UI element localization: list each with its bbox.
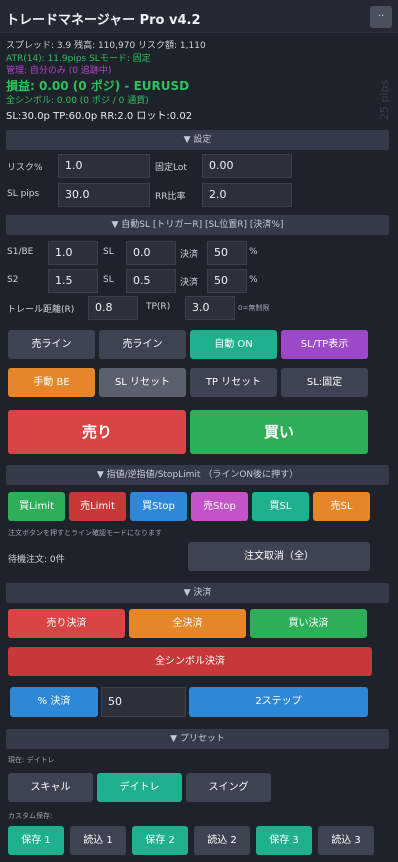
- scalp-preset-button[interactable]: スキャル: [8, 773, 93, 802]
- settings-header[interactable]: ▼ 設定: [6, 130, 389, 150]
- s1-trigger-input[interactable]: 1.0: [48, 241, 98, 265]
- sell-button[interactable]: 売り: [8, 410, 186, 454]
- pending-note: 注文ボタンを押すとライン確認モードになります: [8, 529, 162, 537]
- s1-sl-label: SL: [103, 247, 114, 257]
- info-spread: スプレッド: 3.9 残高: 110,970 リスク額: 1,110: [6, 41, 206, 51]
- app-title: トレードマネージャー Pro v4.2: [6, 13, 201, 28]
- risk-label: リスク%: [7, 163, 43, 173]
- load-1-button[interactable]: 読込 1: [70, 826, 126, 855]
- sell-limit-button[interactable]: 売Limit: [69, 492, 126, 521]
- levels-text: SL:30.0p TP:60.0p RR:2.0 ロット:0.02: [6, 111, 193, 122]
- rr-label: RR比率: [155, 192, 186, 202]
- load-2-button[interactable]: 読込 2: [194, 826, 250, 855]
- trail-label: トレール距離(R): [7, 305, 75, 315]
- s1-sl-input[interactable]: 0.0: [126, 241, 176, 265]
- minimize-button[interactable]: ..: [370, 6, 392, 28]
- buy-line-button[interactable]: 売ライン: [8, 330, 95, 359]
- sell-close-button[interactable]: 売り決済: [8, 609, 125, 638]
- tp-r-input[interactable]: 3.0: [185, 296, 235, 320]
- s2-close-label: 決済: [180, 278, 199, 288]
- s2-pct-label: %: [249, 275, 258, 285]
- save-2-button[interactable]: 保存 2: [132, 826, 188, 855]
- auto-sl-header[interactable]: ▼ 自動SL [トリガーR] [SL位置R] [決済%]: [6, 215, 389, 235]
- all-symbol-text: 全シンボル: 0.00 (0 ポジ / 0 通貨): [6, 96, 149, 106]
- two-step-button[interactable]: 2ステップ: [189, 687, 368, 717]
- current-preset: 現在: デイトレ: [8, 756, 55, 764]
- sl-pips-input[interactable]: 30.0: [58, 183, 150, 207]
- daytrade-preset-button[interactable]: デイトレ: [97, 773, 182, 802]
- s1-close-label: 決済: [180, 250, 199, 260]
- info-manage: 管理: 自分のみ (0 追跡中): [6, 66, 112, 76]
- buy-stop-button[interactable]: 買Stop: [130, 492, 187, 521]
- buy-close-button[interactable]: 買い決済: [250, 609, 367, 638]
- trail-input[interactable]: 0.8: [88, 296, 138, 320]
- all-symbol-close-button[interactable]: 全シンボル決済: [8, 647, 372, 676]
- s1-close-input[interactable]: 50: [207, 241, 247, 265]
- cancel-orders-button[interactable]: 注文取消（全）: [188, 542, 370, 571]
- fixed-lot-label: 固定Lot: [155, 163, 187, 173]
- rr-input[interactable]: 2.0: [202, 183, 292, 207]
- sl-reset-button[interactable]: SL リセット: [99, 368, 186, 397]
- buy-sl-button[interactable]: 買SL: [252, 492, 309, 521]
- load-3-button[interactable]: 読込 3: [318, 826, 374, 855]
- tp-reset-button[interactable]: TP リセット: [190, 368, 277, 397]
- pnl-text: 損益: 0.00 (0 ポジ) - EURUSD: [6, 79, 190, 93]
- percent-close-button[interactable]: % 決済: [10, 687, 98, 717]
- sell-line-button[interactable]: 売ライン: [99, 330, 186, 359]
- s2-sl-label: SL: [103, 275, 114, 285]
- sell-sl-button[interactable]: 売SL: [313, 492, 370, 521]
- tp-unlimited-note: 0=無制限: [238, 304, 270, 312]
- risk-input[interactable]: 1.0: [58, 154, 150, 178]
- tp-r-label: TP(R): [146, 302, 171, 312]
- sell-stop-button[interactable]: 売Stop: [191, 492, 248, 521]
- pending-header[interactable]: ▼ 指値/逆指値/StopLimit （ラインON後に押す）: [6, 465, 389, 485]
- buy-button[interactable]: 買い: [190, 410, 368, 454]
- save-1-button[interactable]: 保存 1: [8, 826, 64, 855]
- sl-fixed-button[interactable]: SL:固定: [281, 368, 368, 397]
- s1-label: S1/BE: [7, 247, 34, 257]
- s1-pct-label: %: [249, 247, 258, 257]
- s2-sl-input[interactable]: 0.5: [126, 269, 176, 293]
- close-header[interactable]: ▼ 決済: [6, 583, 389, 603]
- sl-pips-label: SL pips: [7, 189, 40, 199]
- auto-on-button[interactable]: 自動 ON: [190, 330, 277, 359]
- manual-be-button[interactable]: 手動 BE: [8, 368, 95, 397]
- all-close-button[interactable]: 全決済: [129, 609, 246, 638]
- waiting-orders: 待機注文: 0件: [8, 555, 65, 565]
- custom-save-label: カスタム保存:: [8, 812, 53, 820]
- s2-close-input[interactable]: 50: [207, 269, 247, 293]
- s2-label: S2: [7, 275, 19, 285]
- sltp-display-button[interactable]: SL/TP表示: [281, 330, 368, 359]
- percent-close-input[interactable]: 50: [101, 687, 186, 717]
- swing-preset-button[interactable]: スイング: [186, 773, 271, 802]
- s2-trigger-input[interactable]: 1.5: [48, 269, 98, 293]
- buy-limit-button[interactable]: 買Limit: [8, 492, 65, 521]
- pips-watermark: 25 pips: [378, 79, 391, 120]
- save-3-button[interactable]: 保存 3: [256, 826, 312, 855]
- preset-header[interactable]: ▼ プリセット: [6, 729, 389, 749]
- fixed-lot-input[interactable]: 0.00: [202, 154, 292, 178]
